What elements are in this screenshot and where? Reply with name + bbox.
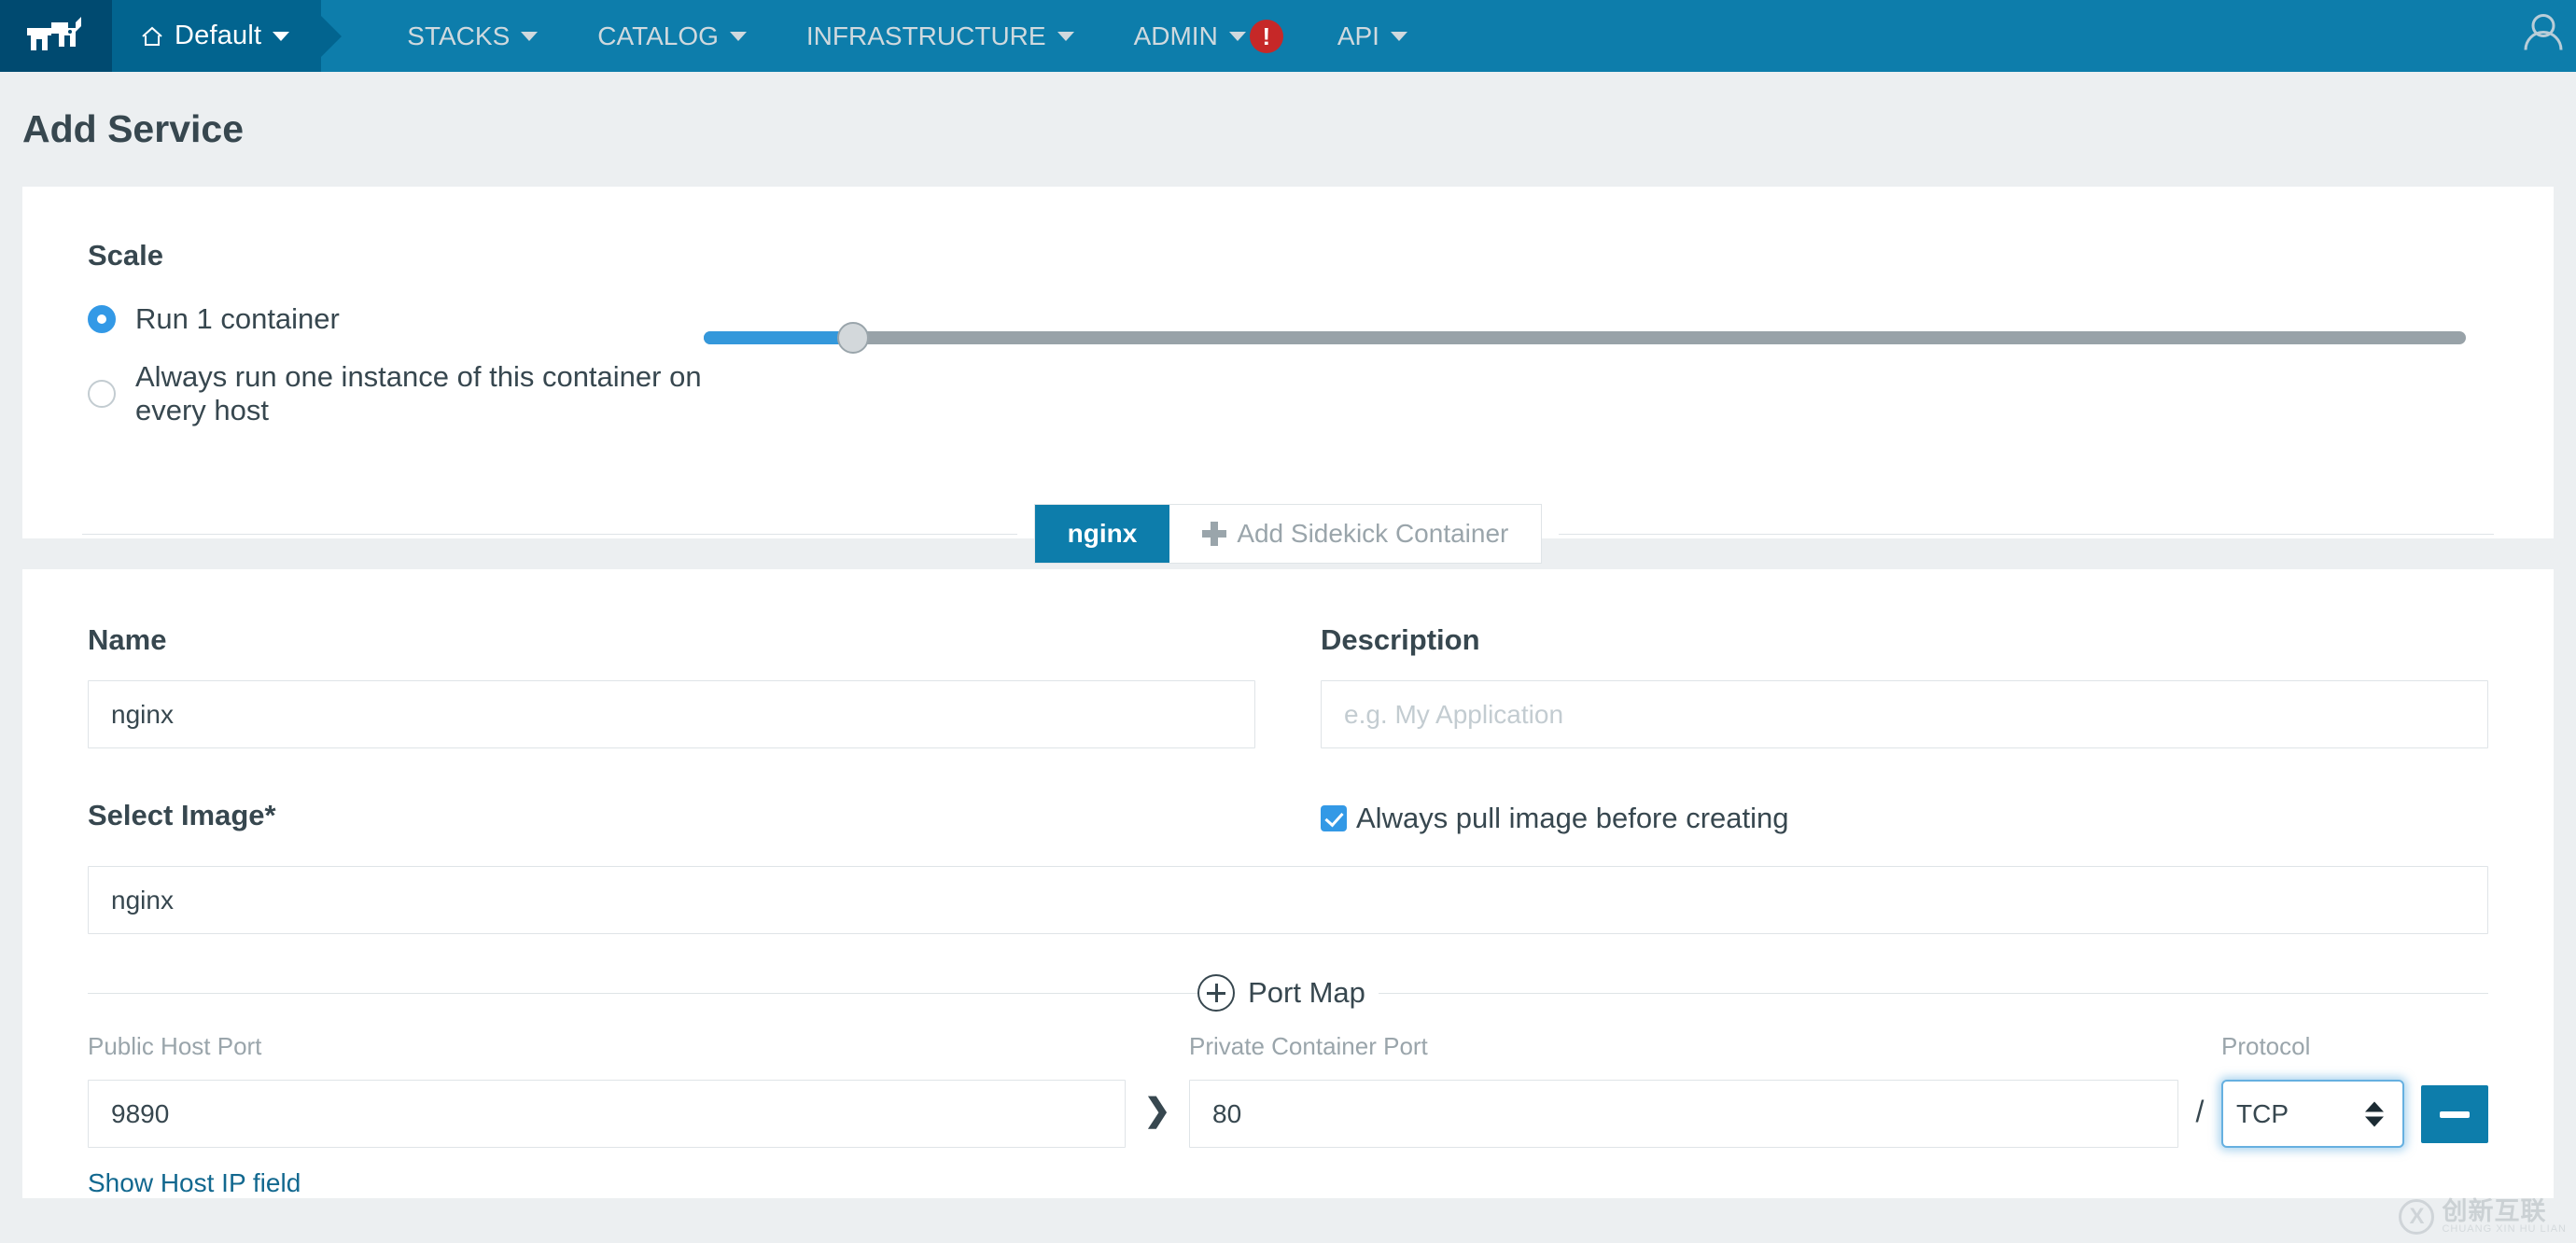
chevron-down-icon xyxy=(521,31,539,41)
protocol-group: Protocol TCP UDP xyxy=(2221,1032,2404,1148)
private-port-input[interactable] xyxy=(1189,1080,2178,1148)
sidekick-tab-nginx-label: nginx xyxy=(1067,519,1138,548)
sidekick-tab-nginx[interactable]: nginx xyxy=(1034,505,1170,563)
select-image-input[interactable] xyxy=(88,866,2488,934)
nav-label-catalog: CATALOG xyxy=(597,21,719,50)
service-form-panel: Name Description Select Image* Always pu… xyxy=(22,569,2554,1198)
page-title: Add Service xyxy=(22,107,244,150)
port-arrow-separator: ❯ xyxy=(1143,1093,1171,1128)
image-pull-row: Select Image* Always pull image before c… xyxy=(88,799,2488,862)
protocol-label: Protocol xyxy=(2221,1032,2311,1060)
sidekick-tabs: nginx Add Sidekick Container xyxy=(1033,504,1543,564)
scale-heading: Scale xyxy=(88,239,164,272)
nav-item-stacks[interactable]: STACKS xyxy=(377,0,567,72)
name-field-group: Name xyxy=(88,623,1255,748)
public-port-input[interactable] xyxy=(88,1080,1126,1148)
name-input[interactable] xyxy=(88,680,1255,748)
slider-track[interactable] xyxy=(704,331,2466,344)
watermark: X 创新互联 CHUANG XIN HU LIAN xyxy=(2399,1198,2567,1236)
port-map-divider: Port Map xyxy=(88,974,2488,1012)
name-label: Name xyxy=(88,623,167,656)
plus-icon xyxy=(1202,522,1227,546)
radio-global[interactable] xyxy=(88,380,116,408)
show-host-ip-row: Show Host IP field xyxy=(88,1168,2488,1198)
always-pull-checkbox[interactable] xyxy=(1321,805,1347,831)
always-pull-group: Always pull image before creating xyxy=(1321,799,2488,862)
nav-item-catalog[interactable]: CATALOG xyxy=(567,0,777,72)
minus-icon xyxy=(2440,1110,2470,1118)
page-header: Add Service xyxy=(0,72,2576,187)
nav-label-infrastructure: INFRASTRUCTURE xyxy=(805,21,1046,50)
add-sidekick-label: Add Sidekick Container xyxy=(1237,519,1509,548)
divider-left xyxy=(82,533,1017,535)
scale-options-row: Run 1 container Always run one instance … xyxy=(88,302,2488,452)
always-pull-label: Always pull image before creating xyxy=(1356,802,1789,834)
circle-plus-icon[interactable] xyxy=(1197,974,1236,1012)
chevron-down-icon xyxy=(1390,31,1407,41)
nav-label-api: API xyxy=(1337,21,1379,50)
select-image-group: Select Image* xyxy=(88,799,1255,862)
select-image-label: Select Image* xyxy=(88,799,276,831)
portmap-divider-left xyxy=(88,992,1198,994)
protocol-select-wrap: TCP UDP xyxy=(2221,1080,2404,1148)
divider-right xyxy=(1559,533,2494,535)
slider-handle[interactable] xyxy=(837,322,869,354)
scale-panel: Scale Run 1 container Always run one ins… xyxy=(22,187,2554,564)
watermark-text: 创新互联 CHUANG XIN HU LIAN xyxy=(2442,1198,2567,1236)
user-avatar-icon xyxy=(2524,13,2563,50)
radio-run-container[interactable] xyxy=(88,305,116,333)
chevron-down-icon xyxy=(273,31,290,41)
nav-menu: STACKS CATALOG INFRASTRUCTURE ADMIN ! AP… xyxy=(377,0,1437,72)
watermark-logo-icon: X xyxy=(2399,1199,2435,1236)
slider-fill xyxy=(704,331,853,344)
scale-option-run-container[interactable]: Run 1 container xyxy=(88,302,704,336)
description-input[interactable] xyxy=(1321,680,2488,748)
watermark-en: CHUANG XIN HU LIAN xyxy=(2442,1223,2567,1236)
description-field-group: Description xyxy=(1321,623,2488,748)
home-icon xyxy=(142,26,162,46)
nav-label-stacks: STACKS xyxy=(407,21,511,50)
public-port-label: Public Host Port xyxy=(88,1032,262,1060)
nav-item-api[interactable]: API xyxy=(1308,0,1437,72)
port-slash-separator: / xyxy=(2195,1095,2205,1128)
scale-option-global[interactable]: Always run one instance of this containe… xyxy=(88,360,704,427)
cow-logo-icon xyxy=(27,16,81,50)
port-map-row: Public Host Port ❯ Private Container Por… xyxy=(88,1032,2488,1148)
portmap-divider-right xyxy=(1378,992,2488,994)
private-port-group: Private Container Port xyxy=(1189,1032,2178,1148)
service-form-inner: Name Description Select Image* Always pu… xyxy=(22,623,2554,1198)
public-port-group: Public Host Port xyxy=(88,1032,1126,1148)
remove-port-map-button[interactable] xyxy=(2421,1085,2488,1143)
watermark-cn: 创新互联 xyxy=(2442,1197,2547,1226)
scale-slider[interactable] xyxy=(704,322,2466,354)
name-description-row: Name Description xyxy=(88,623,2488,748)
show-host-ip-link[interactable]: Show Host IP field xyxy=(88,1168,301,1197)
rancher-logo[interactable] xyxy=(0,0,112,72)
nav-item-infrastructure[interactable]: INFRASTRUCTURE xyxy=(777,0,1104,72)
chevron-down-icon xyxy=(1057,31,1074,41)
user-menu[interactable] xyxy=(2513,8,2563,63)
select-image-input-wrap xyxy=(88,866,2488,934)
admin-alert-badge[interactable]: ! xyxy=(1249,19,1283,53)
protocol-select[interactable]: TCP UDP xyxy=(2221,1080,2404,1148)
description-label: Description xyxy=(1321,623,1480,656)
nav-item-admin[interactable]: ADMIN ! xyxy=(1104,0,1308,72)
environment-label: Default xyxy=(175,21,262,50)
add-sidekick-container-button[interactable]: Add Sidekick Container xyxy=(1169,505,1542,563)
environment-selector[interactable]: Default xyxy=(112,0,322,72)
radio-label-run-container: Run 1 container xyxy=(135,302,340,335)
scale-radio-group: Run 1 container Always run one instance … xyxy=(88,302,704,452)
chevron-down-icon xyxy=(729,31,747,41)
nav-label-admin: ADMIN xyxy=(1133,21,1218,50)
port-map-heading: Port Map xyxy=(1248,976,1365,1009)
scale-panel-inner: Scale Run 1 container Always run one ins… xyxy=(22,239,2554,452)
radio-label-global: Always run one instance of this containe… xyxy=(135,360,702,426)
chevron-down-icon xyxy=(1228,31,1246,41)
always-pull-checkbox-row[interactable]: Always pull image before creating xyxy=(1321,802,2488,835)
top-navbar: Default STACKS CATALOG INFRASTRUCTURE AD… xyxy=(0,0,2576,72)
private-port-label: Private Container Port xyxy=(1189,1032,1428,1060)
